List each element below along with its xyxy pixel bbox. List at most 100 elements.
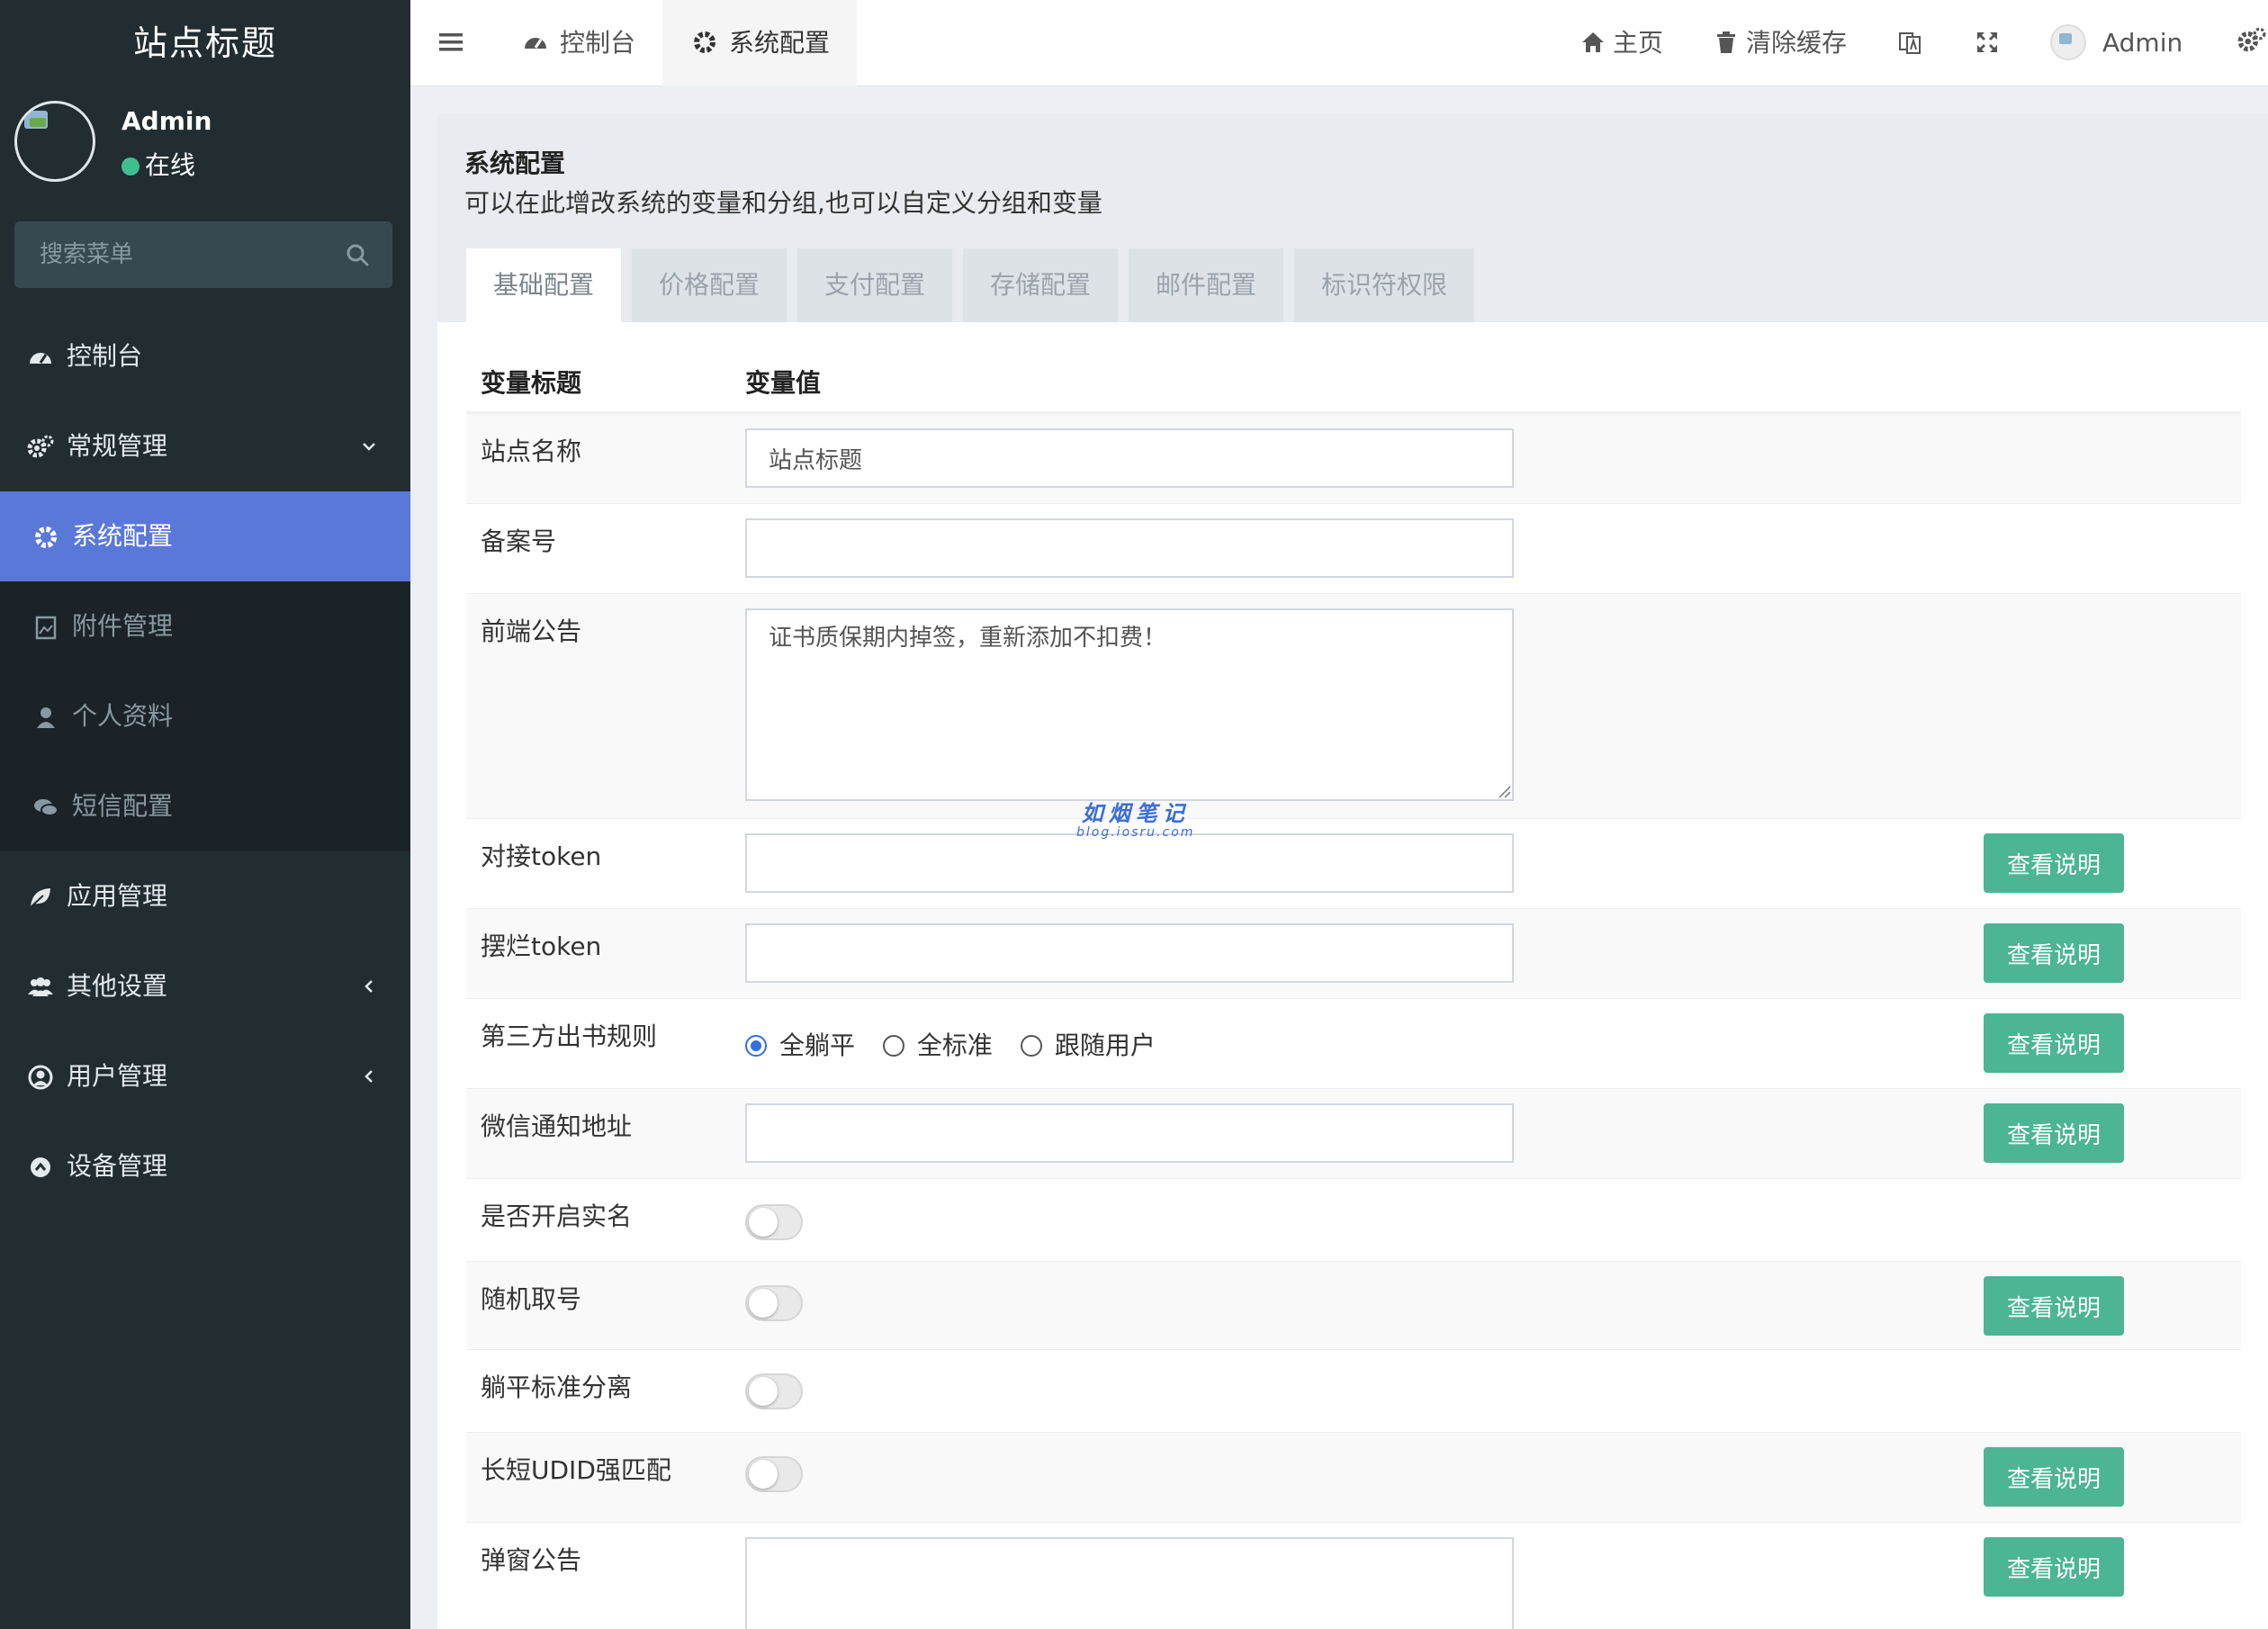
help-button[interactable]: 查看说明 xyxy=(1984,833,2124,893)
home-link[interactable]: 主页 xyxy=(1580,0,1663,86)
radio-label: 全躺平 xyxy=(779,1030,856,1060)
tab-config[interactable]: 系统配置 xyxy=(662,0,857,86)
settings-button[interactable] xyxy=(2237,0,2268,86)
table-row: 长短UDID强匹配 查看说明 xyxy=(466,1433,2241,1523)
user-panel: Admin 在线 xyxy=(0,86,410,194)
search-icon[interactable] xyxy=(346,243,369,266)
user-name: Admin xyxy=(122,106,212,136)
gear-icon xyxy=(35,526,57,548)
menu-search-input[interactable] xyxy=(14,221,392,288)
radio-unchecked-icon[interactable] xyxy=(882,1035,904,1057)
row-label: 摆烂token xyxy=(481,932,602,961)
row-label: 是否开启实名 xyxy=(481,1202,633,1231)
sidebar-item-label: 其他设置 xyxy=(67,971,168,1001)
sidebar-item-profile[interactable]: 个人资料 xyxy=(0,671,410,761)
table-row: 第三方出书规则 全躺平 全标准 跟随用户 查看说明 xyxy=(466,999,2241,1089)
site-name-input[interactable] xyxy=(745,428,1514,488)
table-row: 站点名称 xyxy=(466,414,2241,504)
tab-storage[interactable]: 存储配置 xyxy=(963,248,1118,322)
sidebar-item-label: 控制台 xyxy=(67,341,143,371)
user-menu[interactable]: Admin xyxy=(2050,0,2182,86)
sidebar-menu: 控制台 常规管理 系统配置 附件管理 个人资料 短信配置 应用管理 其他设置 用… xyxy=(0,311,410,1211)
panel-heading: 系统配置 可以在此增改系统的变量和分组,也可以自定义分组和变量 基础配置 价格配… xyxy=(437,113,2268,322)
trash-icon xyxy=(1717,32,1735,53)
fullscreen-button[interactable] xyxy=(1975,0,2007,86)
users-icon xyxy=(28,977,53,996)
tab-basic[interactable]: 基础配置 xyxy=(466,248,621,322)
sidebar-item-label: 附件管理 xyxy=(72,611,174,641)
tab-email[interactable]: 邮件配置 xyxy=(1129,248,1283,322)
sidebar-item-general[interactable]: 常规管理 xyxy=(0,401,410,491)
admin-name: Admin xyxy=(2102,28,2183,58)
help-button[interactable]: 查看说明 xyxy=(1984,1537,2124,1597)
random-number-toggle[interactable] xyxy=(745,1285,803,1321)
help-button[interactable]: 查看说明 xyxy=(1984,1447,2124,1507)
resize-handle-icon[interactable] xyxy=(1496,783,1512,799)
chevron-down-icon xyxy=(363,443,375,451)
language-button[interactable] xyxy=(1897,0,1930,86)
realname-toggle[interactable] xyxy=(745,1204,803,1240)
menu-toggle-icon[interactable] xyxy=(437,31,464,54)
sidebar-item-dashboard[interactable]: 控制台 xyxy=(0,311,410,401)
tab-price[interactable]: 价格配置 xyxy=(632,248,787,322)
help-button[interactable]: 查看说明 xyxy=(1984,923,2124,983)
help-button[interactable]: 查看说明 xyxy=(1984,1103,2124,1163)
watermark-url: blog.iosru.com xyxy=(1076,825,1195,840)
radio-checked-icon[interactable] xyxy=(745,1035,767,1057)
separate-toggle[interactable] xyxy=(745,1373,803,1409)
table-row: 弹窗公告 查看说明 xyxy=(466,1523,2241,1629)
icp-input[interactable] xyxy=(745,518,1514,578)
tab-payment[interactable]: 支付配置 xyxy=(797,248,952,322)
popup-notice-textarea[interactable] xyxy=(745,1537,1514,1629)
tab-label: 控制台 xyxy=(560,28,636,58)
online-dot-icon xyxy=(122,158,140,176)
row-label: 随机取号 xyxy=(481,1284,582,1314)
tab-dashboard[interactable]: 控制台 xyxy=(522,0,675,86)
sidebar-item-other[interactable]: 其他设置 xyxy=(0,941,410,1031)
row-label: 躺平标准分离 xyxy=(481,1372,633,1402)
avatar xyxy=(2050,24,2086,60)
sidebar-item-users[interactable]: 用户管理 xyxy=(0,1031,410,1121)
sidebar-item-label: 个人资料 xyxy=(72,701,174,731)
sidebar-item-devices[interactable]: 设备管理 xyxy=(0,1121,410,1211)
radio-option[interactable]: 跟随用户 xyxy=(1020,1026,1156,1062)
dashboard-icon xyxy=(525,38,546,49)
chevron-circle-up-icon xyxy=(31,1157,50,1177)
sidebar-item-apps[interactable]: 应用管理 xyxy=(0,851,410,941)
avatar xyxy=(14,101,95,182)
home-label: 主页 xyxy=(1613,28,1664,58)
comments-icon xyxy=(34,799,58,816)
help-button[interactable]: 查看说明 xyxy=(1984,1013,2124,1073)
sidebar-item-label: 常规管理 xyxy=(67,431,168,461)
site-logo[interactable]: 站点标题 xyxy=(0,0,410,86)
translate-icon xyxy=(1899,32,1921,54)
gear-icon xyxy=(694,32,716,53)
row-label: 微信通知地址 xyxy=(481,1112,633,1141)
radio-option[interactable]: 全标准 xyxy=(882,1026,993,1062)
radio-unchecked-icon[interactable] xyxy=(1020,1035,1042,1057)
submenu-general: 系统配置 附件管理 个人资料 短信配置 xyxy=(0,491,410,851)
table-row: 备案号 xyxy=(466,504,2241,594)
row-label: 第三方出书规则 xyxy=(481,1022,658,1051)
sidebar-item-sms[interactable]: 短信配置 xyxy=(0,761,410,851)
row-label: 长短UDID强匹配 xyxy=(481,1455,671,1485)
wechat-url-input[interactable] xyxy=(745,1103,1514,1163)
cogs-icon xyxy=(2237,27,2266,52)
radio-option[interactable]: 全躺平 xyxy=(745,1026,855,1062)
sidebar-item-attachment[interactable]: 附件管理 xyxy=(0,581,410,671)
user-circle-icon xyxy=(28,1065,53,1090)
table-row: 躺平标准分离 xyxy=(466,1350,2241,1433)
sidebar-item-label: 短信配置 xyxy=(72,791,174,821)
clear-cache-button[interactable]: 清除缓存 xyxy=(1714,0,1847,86)
sidebar-item-config[interactable]: 系统配置 xyxy=(0,491,410,581)
dock-token-input[interactable] xyxy=(745,833,1514,893)
tab-identifier[interactable]: 标识符权限 xyxy=(1294,248,1474,322)
radio-label: 全标准 xyxy=(916,1030,993,1060)
udid-match-toggle[interactable] xyxy=(745,1456,803,1492)
notice-textarea[interactable]: 证书质保期内掉签，重新添加不扣费！ xyxy=(745,608,1514,801)
help-button[interactable]: 查看说明 xyxy=(1984,1276,2124,1336)
bailan-token-input[interactable] xyxy=(745,923,1514,983)
user-icon xyxy=(37,707,55,728)
radio-label: 跟随用户 xyxy=(1054,1030,1156,1060)
row-label: 备案号 xyxy=(481,526,557,556)
